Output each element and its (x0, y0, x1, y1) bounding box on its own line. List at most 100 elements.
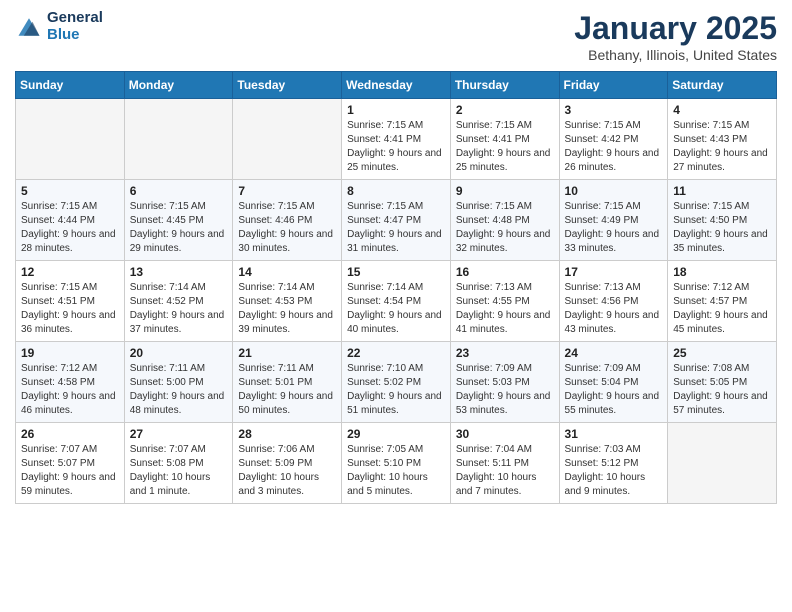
day-number: 2 (456, 103, 554, 117)
day-number: 28 (238, 427, 336, 441)
weekday-header-wednesday: Wednesday (342, 72, 451, 99)
day-number: 15 (347, 265, 445, 279)
calendar-cell: 30 Sunrise: 7:04 AM Sunset: 5:11 PM Dayli… (450, 423, 559, 504)
day-number: 25 (673, 346, 771, 360)
day-number: 5 (21, 184, 119, 198)
day-info: Sunrise: 7:12 AM Sunset: 4:57 PM Dayligh… (673, 281, 771, 337)
day-number: 9 (456, 184, 554, 198)
day-number: 3 (565, 103, 663, 117)
calendar-cell: 13Sunrise: 7:14 AM Sunset: 4:52 PM Dayli… (124, 261, 233, 342)
logo-icon (15, 13, 43, 41)
calendar-cell: 10Sunrise: 7:15 AM Sunset: 4:49 PM Dayli… (559, 180, 668, 261)
calendar-cell: 19 Sunrise: 7:12 AM Sunset: 4:58 PM Dayli… (16, 342, 125, 423)
day-info: Sunrise: 7:14 AM Sunset: 4:52 PM Dayligh… (130, 281, 228, 337)
day-number: 6 (130, 184, 228, 198)
day-number: 20 (130, 346, 228, 360)
day-info: Sunrise: 7:15 AM Sunset: 4:44 PM Dayligh… (21, 200, 119, 256)
calendar-cell: 24 Sunrise: 7:09 AM Sunset: 5:04 PM Dayli… (559, 342, 668, 423)
day-info: Sunrise: 7:13 AM Sunset: 4:55 PM Dayligh… (456, 281, 554, 337)
day-info: Sunrise: 7:04 AM Sunset: 5:11 PM Dayligh… (456, 443, 554, 499)
day-info: Sunrise: 7:15 AM Sunset: 4:47 PM Dayligh… (347, 200, 445, 256)
calendar-cell: 9 Sunrise: 7:15 AM Sunset: 4:48 PM Daylig… (450, 180, 559, 261)
calendar-cell: 28 Sunrise: 7:06 AM Sunset: 5:09 PM Dayli… (233, 423, 342, 504)
day-info: Sunrise: 7:14 AM Sunset: 4:54 PM Dayligh… (347, 281, 445, 337)
week-row-1: 1 Sunrise: 7:15 AM Sunset: 4:41 PM Daylig… (16, 99, 777, 180)
day-info: Sunrise: 7:11 AM Sunset: 5:01 PM Dayligh… (238, 362, 336, 418)
day-info: Sunrise: 7:15 AM Sunset: 4:51 PM Dayligh… (21, 281, 119, 337)
calendar-cell (124, 99, 233, 180)
calendar-cell: 3 Sunrise: 7:15 AM Sunset: 4:42 PM Daylig… (559, 99, 668, 180)
calendar-cell: 16Sunrise: 7:13 AM Sunset: 4:55 PM Dayli… (450, 261, 559, 342)
calendar-cell: 1 Sunrise: 7:15 AM Sunset: 4:41 PM Daylig… (342, 99, 451, 180)
weekday-header-thursday: Thursday (450, 72, 559, 99)
calendar-cell: 26 Sunrise: 7:07 AM Sunset: 5:07 PM Dayli… (16, 423, 125, 504)
weekday-header-row: SundayMondayTuesdayWednesdayThursdayFrid… (16, 72, 777, 99)
day-info: Sunrise: 7:09 AM Sunset: 5:03 PM Dayligh… (456, 362, 554, 418)
day-number: 19 (21, 346, 119, 360)
day-info: Sunrise: 7:15 AM Sunset: 4:46 PM Dayligh… (238, 200, 336, 256)
calendar-cell: 11Sunrise: 7:15 AM Sunset: 4:50 PM Dayli… (668, 180, 777, 261)
weekday-header-saturday: Saturday (668, 72, 777, 99)
day-info: Sunrise: 7:11 AM Sunset: 5:00 PM Dayligh… (130, 362, 228, 418)
calendar-cell: 29Sunrise: 7:05 AM Sunset: 5:10 PM Dayli… (342, 423, 451, 504)
day-number: 17 (565, 265, 663, 279)
day-number: 14 (238, 265, 336, 279)
calendar-cell: 18 Sunrise: 7:12 AM Sunset: 4:57 PM Dayli… (668, 261, 777, 342)
day-number: 8 (347, 184, 445, 198)
week-row-3: 12Sunrise: 7:15 AM Sunset: 4:51 PM Dayli… (16, 261, 777, 342)
weekday-header-friday: Friday (559, 72, 668, 99)
calendar-cell: 31Sunrise: 7:03 AM Sunset: 5:12 PM Dayli… (559, 423, 668, 504)
day-info: Sunrise: 7:03 AM Sunset: 5:12 PM Dayligh… (565, 443, 663, 499)
day-info: Sunrise: 7:15 AM Sunset: 4:41 PM Dayligh… (347, 119, 445, 175)
day-info: Sunrise: 7:13 AM Sunset: 4:56 PM Dayligh… (565, 281, 663, 337)
location-title: Bethany, Illinois, United States (574, 47, 777, 63)
weekday-header-monday: Monday (124, 72, 233, 99)
day-info: Sunrise: 7:07 AM Sunset: 5:07 PM Dayligh… (21, 443, 119, 499)
calendar-cell: 23 Sunrise: 7:09 AM Sunset: 5:03 PM Dayli… (450, 342, 559, 423)
calendar-cell: 7 Sunrise: 7:15 AM Sunset: 4:46 PM Daylig… (233, 180, 342, 261)
day-info: Sunrise: 7:15 AM Sunset: 4:49 PM Dayligh… (565, 200, 663, 256)
calendar-cell: 4 Sunrise: 7:15 AM Sunset: 4:43 PM Daylig… (668, 99, 777, 180)
day-number: 18 (673, 265, 771, 279)
logo: General Blue (15, 10, 103, 43)
day-info: Sunrise: 7:15 AM Sunset: 4:48 PM Dayligh… (456, 200, 554, 256)
week-row-4: 19 Sunrise: 7:12 AM Sunset: 4:58 PM Dayli… (16, 342, 777, 423)
day-info: Sunrise: 7:15 AM Sunset: 4:42 PM Dayligh… (565, 119, 663, 175)
day-number: 4 (673, 103, 771, 117)
calendar-cell: 8 Sunrise: 7:15 AM Sunset: 4:47 PM Daylig… (342, 180, 451, 261)
calendar-cell (16, 99, 125, 180)
calendar-cell: 6Sunrise: 7:15 AM Sunset: 4:45 PM Daylig… (124, 180, 233, 261)
day-info: Sunrise: 7:15 AM Sunset: 4:50 PM Dayligh… (673, 200, 771, 256)
day-number: 24 (565, 346, 663, 360)
calendar-cell: 20 Sunrise: 7:11 AM Sunset: 5:00 PM Dayli… (124, 342, 233, 423)
day-number: 23 (456, 346, 554, 360)
day-info: Sunrise: 7:07 AM Sunset: 5:08 PM Dayligh… (130, 443, 228, 499)
day-number: 21 (238, 346, 336, 360)
day-info: Sunrise: 7:09 AM Sunset: 5:04 PM Dayligh… (565, 362, 663, 418)
calendar-cell: 22 Sunrise: 7:10 AM Sunset: 5:02 PM Dayli… (342, 342, 451, 423)
day-number: 27 (130, 427, 228, 441)
calendar-cell: 21 Sunrise: 7:11 AM Sunset: 5:01 PM Dayli… (233, 342, 342, 423)
calendar-cell: 15 Sunrise: 7:14 AM Sunset: 4:54 PM Dayli… (342, 261, 451, 342)
page-header: General Blue January 2025 Bethany, Illin… (15, 10, 777, 63)
title-block: January 2025 Bethany, Illinois, United S… (574, 10, 777, 63)
week-row-2: 5 Sunrise: 7:15 AM Sunset: 4:44 PM Daylig… (16, 180, 777, 261)
day-info: Sunrise: 7:14 AM Sunset: 4:53 PM Dayligh… (238, 281, 336, 337)
calendar-cell: 17 Sunrise: 7:13 AM Sunset: 4:56 PM Dayli… (559, 261, 668, 342)
day-number: 22 (347, 346, 445, 360)
day-number: 30 (456, 427, 554, 441)
calendar-cell (233, 99, 342, 180)
day-info: Sunrise: 7:12 AM Sunset: 4:58 PM Dayligh… (21, 362, 119, 418)
day-info: Sunrise: 7:15 AM Sunset: 4:43 PM Dayligh… (673, 119, 771, 175)
day-number: 1 (347, 103, 445, 117)
calendar-cell: 5 Sunrise: 7:15 AM Sunset: 4:44 PM Daylig… (16, 180, 125, 261)
day-number: 26 (21, 427, 119, 441)
day-number: 7 (238, 184, 336, 198)
weekday-header-sunday: Sunday (16, 72, 125, 99)
day-info: Sunrise: 7:10 AM Sunset: 5:02 PM Dayligh… (347, 362, 445, 418)
day-info: Sunrise: 7:06 AM Sunset: 5:09 PM Dayligh… (238, 443, 336, 499)
day-number: 29 (347, 427, 445, 441)
calendar-cell: 2Sunrise: 7:15 AM Sunset: 4:41 PM Daylig… (450, 99, 559, 180)
week-row-5: 26 Sunrise: 7:07 AM Sunset: 5:07 PM Dayli… (16, 423, 777, 504)
calendar-cell: 14 Sunrise: 7:14 AM Sunset: 4:53 PM Dayli… (233, 261, 342, 342)
